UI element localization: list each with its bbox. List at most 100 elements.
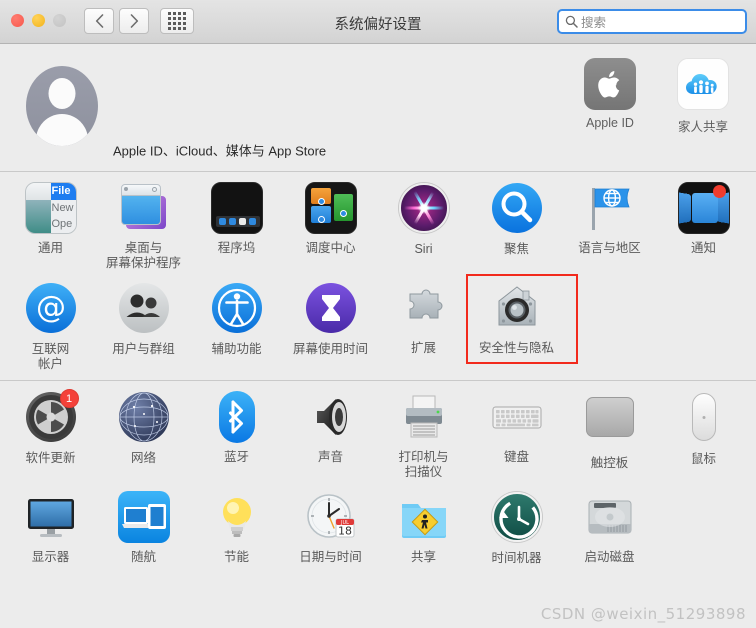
pref-general[interactable]: File New Ope 通用 bbox=[4, 182, 97, 256]
preferences-section-personal: File New Ope 通用 桌面与 屏幕保护程序 程序坞 调度中心 Siri… bbox=[0, 172, 756, 380]
pref-label: 通知 bbox=[690, 241, 716, 255]
dock-icon bbox=[210, 182, 263, 234]
pref-notifications[interactable]: 通知 bbox=[657, 182, 750, 256]
preference-row: File New Ope 通用 桌面与 屏幕保护程序 程序坞 调度中心 Siri… bbox=[0, 182, 756, 282]
user-avatar-icon[interactable] bbox=[26, 66, 98, 146]
desktop-screensaver-icon bbox=[118, 182, 170, 234]
apple-id-tile-label: Apple ID bbox=[586, 116, 634, 130]
pref-keyboard[interactable]: 键盘 bbox=[470, 391, 563, 465]
pref-language-region[interactable]: 语言与地区 bbox=[563, 182, 656, 256]
pref-label: 蓝牙 bbox=[223, 450, 249, 464]
siri-icon bbox=[398, 183, 450, 235]
pref-network[interactable]: 网络 bbox=[97, 391, 190, 466]
family-sharing-tile[interactable]: 家人共享 bbox=[661, 58, 745, 135]
pref-label: 安全性与隐私 bbox=[478, 341, 554, 355]
pref-bluetooth[interactable]: 蓝牙 bbox=[190, 391, 283, 465]
pref-label: 打印机与 扫描仪 bbox=[398, 450, 449, 479]
pref-accessibility[interactable]: 辅助功能 bbox=[190, 282, 283, 357]
accessibility-icon bbox=[211, 283, 263, 335]
screen-time-icon bbox=[305, 283, 357, 335]
pref-label: 显示器 bbox=[31, 550, 70, 564]
pref-label: 屏幕使用时间 bbox=[292, 342, 368, 356]
system-preferences-window: 系统偏好设置 搜索 Apple ID、iCloud、媒体与 App Store bbox=[0, 0, 756, 628]
pref-label: 随航 bbox=[130, 550, 156, 564]
mission-control-icon bbox=[304, 182, 357, 234]
sharing-icon bbox=[398, 491, 450, 543]
internet-accounts-icon: @ bbox=[25, 283, 77, 335]
users-groups-icon bbox=[118, 283, 170, 335]
pref-label: 共享 bbox=[410, 550, 436, 564]
pref-screen-time[interactable]: 屏幕使用时间 bbox=[284, 282, 377, 357]
pref-software-update[interactable]: 1 软件更新 bbox=[4, 389, 97, 466]
preferences-section-hardware: 1 软件更新 网络 蓝牙 声音 打印机与 扫描仪 键盘 触控板 鼠标 显示器 随… bbox=[0, 381, 756, 597]
pref-label: 调度中心 bbox=[305, 241, 356, 255]
pref-sharing[interactable]: 共享 bbox=[377, 491, 470, 565]
search-icon bbox=[565, 15, 578, 28]
pref-mouse[interactable]: 鼠标 bbox=[657, 391, 750, 467]
family-sharing-icon bbox=[686, 74, 717, 94]
pref-startup-disk[interactable]: 启动磁盘 bbox=[563, 491, 656, 565]
notifications-icon bbox=[677, 182, 730, 234]
pref-label: 用户与群组 bbox=[112, 342, 175, 356]
energy-saver-icon bbox=[211, 491, 263, 543]
preference-row: @ 互联网 帐户 用户与群组 辅助功能 屏幕使用时间 扩展 安全性与隐私 bbox=[0, 274, 756, 374]
apple-logo-icon bbox=[598, 70, 620, 98]
general-icon: File New Ope bbox=[24, 182, 77, 234]
update-badge: 1 bbox=[59, 389, 79, 408]
apple-id-description: Apple ID、iCloud、媒体与 App Store bbox=[113, 143, 327, 159]
language-region-icon bbox=[584, 182, 636, 234]
pref-time-machine[interactable]: 时间机器 bbox=[470, 491, 563, 566]
date-day-text: 18 bbox=[338, 525, 352, 538]
printers-scanners-icon bbox=[398, 391, 450, 443]
pref-printers-scanners[interactable]: 打印机与 扫描仪 bbox=[377, 391, 470, 480]
startup-disk-icon bbox=[584, 491, 636, 543]
pref-siri[interactable]: Siri bbox=[377, 182, 470, 257]
pref-date-time[interactable]: JUL 18 日期与时间 bbox=[284, 491, 377, 565]
watermark: CSDN @weixin_51293898 bbox=[540, 605, 746, 623]
pref-label: 扩展 bbox=[410, 341, 436, 355]
pref-energy-saver[interactable]: 节能 bbox=[190, 491, 283, 565]
mouse-icon bbox=[678, 393, 730, 445]
trackpad-icon bbox=[584, 397, 636, 449]
preference-row: 显示器 随航 节能 JUL 18 日期与时间 共享 时间机器 启动磁盘 bbox=[0, 491, 756, 591]
displays-icon bbox=[25, 491, 77, 543]
pref-label: 软件更新 bbox=[25, 451, 76, 465]
pref-extensions[interactable]: 扩展 bbox=[377, 282, 470, 356]
pref-security-privacy[interactable]: 安全性与隐私 bbox=[470, 282, 563, 356]
pref-label: 通用 bbox=[37, 241, 63, 255]
pref-sound[interactable]: 声音 bbox=[284, 391, 377, 465]
pref-sidecar[interactable]: 随航 bbox=[97, 491, 190, 565]
pref-dock[interactable]: 程序坞 bbox=[190, 182, 283, 256]
apple-id-banner: Apple ID、iCloud、媒体与 App Store Apple ID 家… bbox=[0, 44, 756, 172]
pref-internet-accounts[interactable]: @ 互联网 帐户 bbox=[4, 282, 97, 372]
family-sharing-tile-label: 家人共享 bbox=[677, 120, 728, 134]
time-machine-icon bbox=[491, 492, 543, 544]
pref-label: 时间机器 bbox=[491, 551, 542, 565]
pref-spotlight[interactable]: 聚焦 bbox=[470, 182, 563, 257]
pref-mission-control[interactable]: 调度中心 bbox=[284, 182, 377, 256]
pref-label: 触控板 bbox=[590, 456, 629, 470]
pref-label: 辅助功能 bbox=[211, 342, 262, 356]
extensions-icon bbox=[398, 282, 450, 334]
network-icon bbox=[118, 392, 170, 444]
pref-desktop-screensaver[interactable]: 桌面与 屏幕保护程序 bbox=[97, 182, 190, 271]
pref-label: 鼠标 bbox=[690, 452, 716, 466]
pref-label: 日期与时间 bbox=[299, 550, 362, 564]
pref-label: 语言与地区 bbox=[578, 241, 641, 255]
pref-label: 聚焦 bbox=[503, 242, 529, 256]
search-field[interactable]: 搜索 bbox=[557, 9, 747, 34]
pref-label: 键盘 bbox=[503, 450, 529, 464]
apple-id-tile[interactable]: Apple ID bbox=[568, 58, 652, 130]
svg-text:@: @ bbox=[36, 290, 66, 325]
search-placeholder: 搜索 bbox=[581, 16, 607, 30]
pref-trackpad[interactable]: 触控板 bbox=[563, 391, 656, 471]
pref-label: 网络 bbox=[130, 451, 156, 465]
date-time-icon: JUL 18 bbox=[305, 491, 357, 543]
pref-displays[interactable]: 显示器 bbox=[4, 491, 97, 565]
security-privacy-icon bbox=[491, 282, 543, 334]
pref-users-groups[interactable]: 用户与群组 bbox=[97, 282, 190, 357]
pref-label: Siri bbox=[414, 242, 433, 256]
pref-label: 启动磁盘 bbox=[584, 550, 635, 564]
pref-label: 桌面与 屏幕保护程序 bbox=[105, 241, 181, 270]
spotlight-icon bbox=[491, 183, 543, 235]
